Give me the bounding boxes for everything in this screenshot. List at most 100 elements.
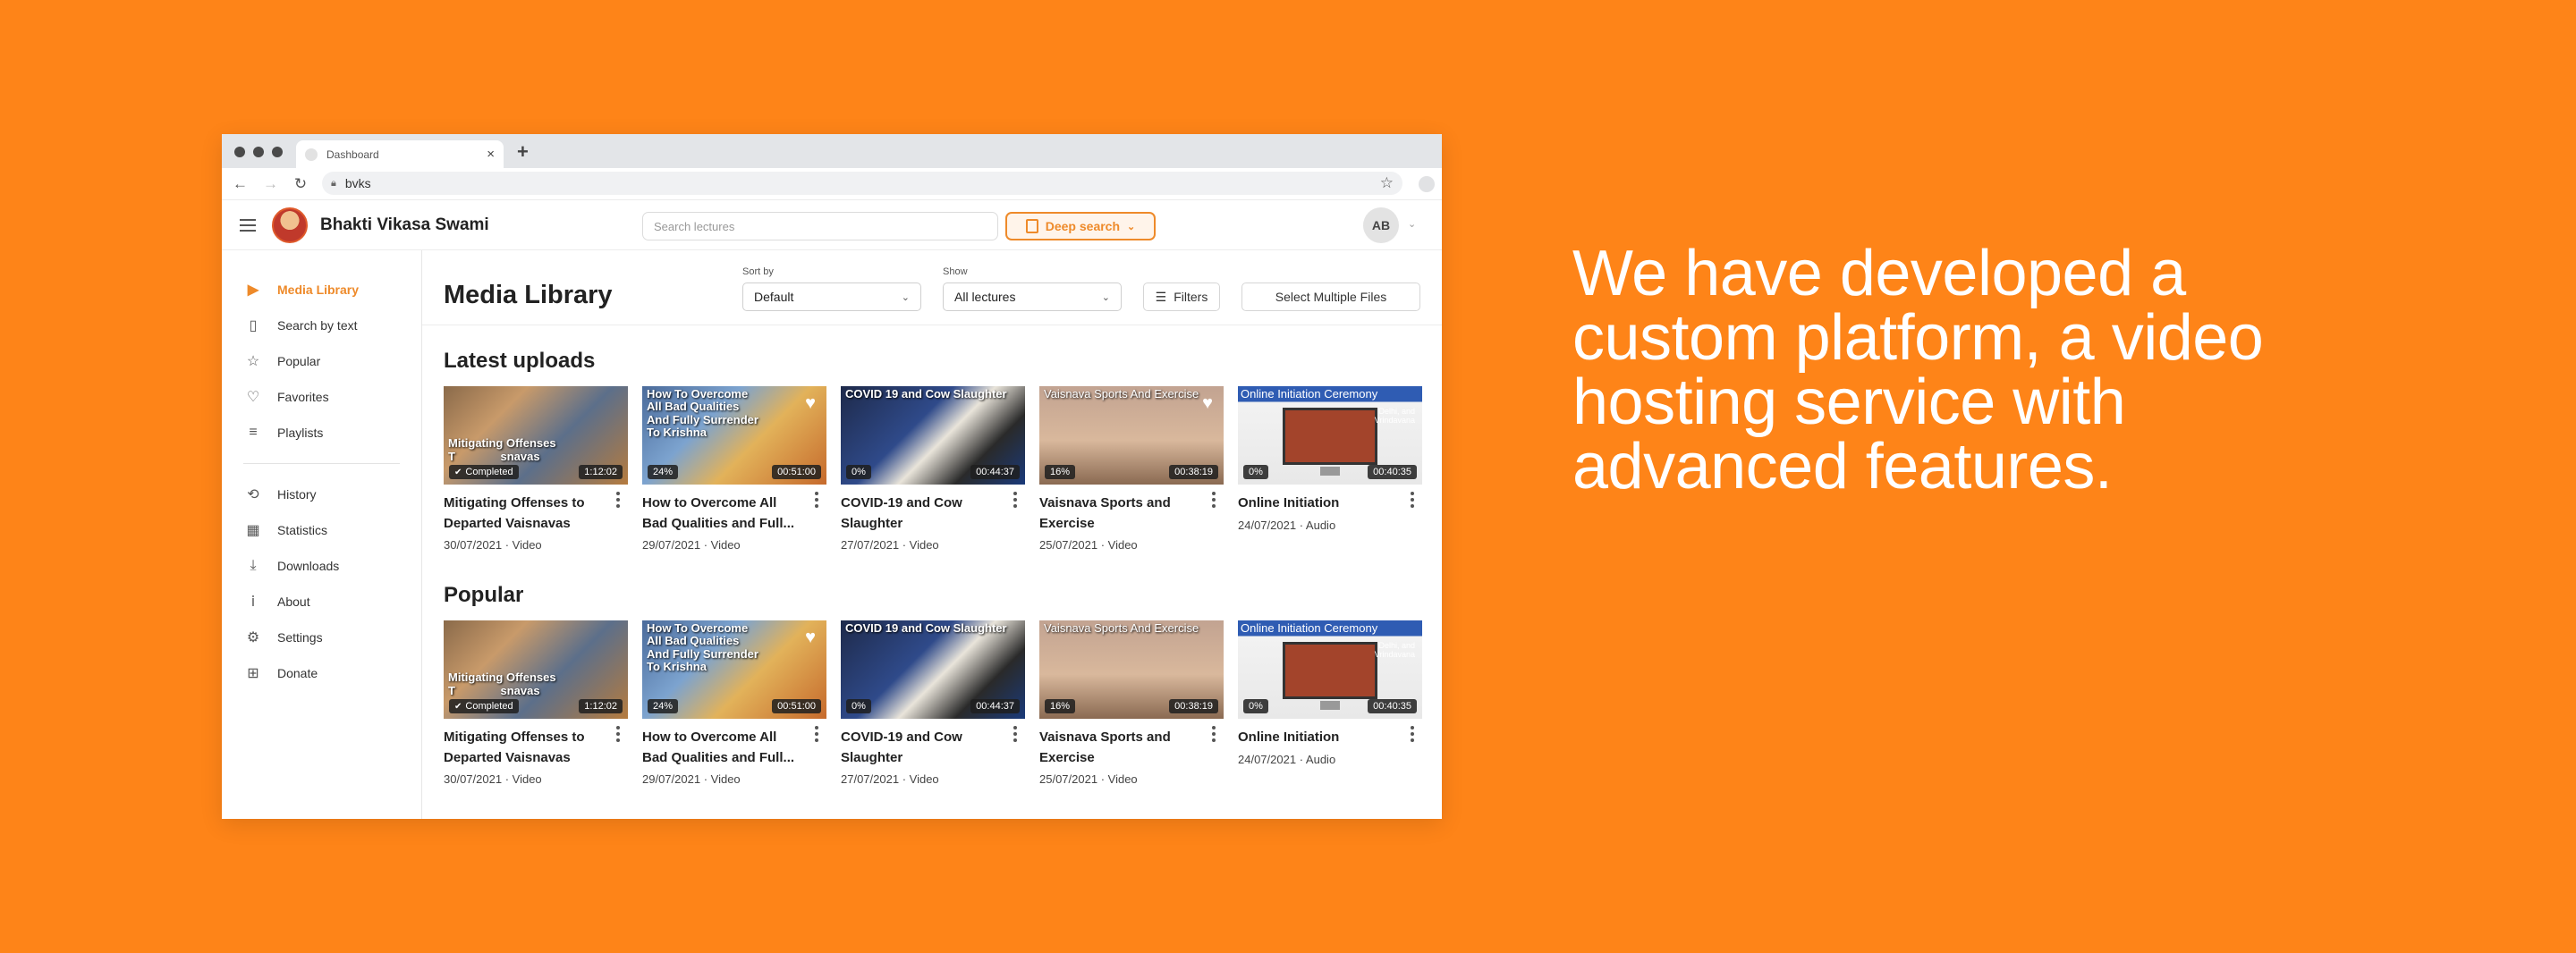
media-library-icon: ▶︎ (247, 283, 259, 298)
thumbnail-caption: COVID 19 and Cow Slaughter (845, 621, 1007, 635)
card-title[interactable]: Online Initiation (1238, 728, 1394, 749)
select-multiple-button[interactable]: Select Multiple Files (1241, 283, 1420, 311)
card-title[interactable]: Vaisnava Sports and Exercise (1039, 493, 1195, 535)
star-icon: ☆ (246, 354, 260, 369)
thumbnail-caption: How To Overcome All Bad Qualities And Fu… (647, 387, 758, 439)
sidebar-item-settings[interactable]: ⚙︎ Settings (222, 620, 421, 655)
sort-by-value: Default (754, 290, 794, 304)
deep-search-button[interactable]: Deep search ⌄ (1005, 212, 1156, 240)
forward-arrow-icon[interactable]: → (263, 175, 278, 193)
more-options-icon[interactable] (1011, 726, 1020, 742)
sidebar-item-history[interactable]: ⟲ History (222, 476, 421, 512)
more-options-icon[interactable] (1011, 492, 1020, 508)
sidebar-item-statistics[interactable]: ▦ Statistics (222, 512, 421, 548)
new-tab-icon[interactable]: + (517, 140, 529, 164)
card-title[interactable]: COVID-19 and Cow Slaughter (841, 493, 996, 535)
browser-window: Dashboard × + ← → ↻ 🔒︎ bvks ☆ Bhakti Vik… (222, 134, 1442, 819)
video-card[interactable]: Mitigating Offenses T snavas ✔ Completed … (444, 386, 628, 552)
card-meta: 29/07/2021 · Video (642, 538, 741, 552)
video-card[interactable]: Vaisnava Sports And Exercise 16% 00:38:1… (1039, 620, 1224, 786)
maximize-window-dot[interactable] (272, 147, 283, 157)
video-thumbnail[interactable]: How To Overcome All Bad Qualities And Fu… (642, 386, 826, 485)
video-card[interactable]: How To Overcome All Bad Qualities And Fu… (642, 620, 826, 786)
browser-tab[interactable]: Dashboard × (296, 140, 504, 168)
thumbnail-subcaption: Delhi, and Vrindavana (1374, 641, 1415, 659)
card-title[interactable]: Online Initiation (1238, 493, 1394, 515)
favorite-heart-icon[interactable]: ♥ (805, 393, 816, 414)
section-title-popular: Popular (444, 583, 524, 607)
more-options-icon[interactable] (812, 726, 821, 742)
more-options-icon[interactable] (614, 726, 623, 742)
sidebar-item-playlists[interactable]: ≡ Playlists (222, 415, 421, 451)
video-card[interactable]: COVID 19 and Cow Slaughter 0% 00:44:37 C… (841, 620, 1025, 786)
sidebar-item-label: History (277, 487, 317, 502)
progress-badge: 0% (1243, 465, 1268, 479)
favorite-heart-icon[interactable]: ♥ (1202, 393, 1213, 414)
favorite-heart-icon[interactable]: ♥ (805, 628, 816, 648)
more-options-icon[interactable] (1209, 492, 1218, 508)
more-options-icon[interactable] (1408, 726, 1417, 742)
sidebar-item-popular[interactable]: ☆ Popular (222, 343, 421, 379)
sidebar-item-search-by-text[interactable]: ▯ Search by text (222, 308, 421, 343)
select-multiple-label: Select Multiple Files (1275, 290, 1387, 304)
video-thumbnail[interactable]: COVID 19 and Cow Slaughter 0% 00:44:37 (841, 386, 1025, 485)
audio-thumbnail[interactable]: Online Initiation Ceremony Delhi, and Vr… (1238, 620, 1422, 719)
more-options-icon[interactable] (1408, 492, 1417, 508)
address-bar[interactable]: 🔒︎ bvks ☆ (322, 172, 1402, 195)
more-options-icon[interactable] (1209, 726, 1218, 742)
sidebar-item-label: Popular (277, 354, 321, 368)
minimize-window-dot[interactable] (253, 147, 264, 157)
filters-button[interactable]: ☰ Filters (1143, 283, 1220, 311)
close-window-dot[interactable] (234, 147, 245, 157)
video-thumbnail[interactable]: How To Overcome All Bad Qualities And Fu… (642, 620, 826, 719)
browser-profile-icon[interactable] (1419, 176, 1435, 192)
video-card[interactable]: Mitigating Offenses T snavas ✔ Completed … (444, 620, 628, 786)
sidebar-item-about[interactable]: ⅰ About (222, 584, 421, 620)
video-thumbnail[interactable]: Mitigating Offenses T snavas ✔ Completed … (444, 386, 628, 485)
card-title[interactable]: How to Overcome All Bad Qualities and Fu… (642, 493, 798, 535)
show-value: All lectures (954, 290, 1016, 304)
duration-badge: 1:12:02 (579, 699, 623, 713)
media-toolbar: Media Library Sort by Default ⌄ Show All … (422, 250, 1442, 325)
reload-icon[interactable]: ↻ (293, 175, 308, 193)
sort-by-select[interactable]: Default ⌄ (742, 283, 921, 311)
video-card[interactable]: How To Overcome All Bad Qualities And Fu… (642, 386, 826, 552)
audio-thumbnail[interactable]: Online Initiation Ceremony Delhi, and Vr… (1238, 386, 1422, 485)
card-title[interactable]: Mitigating Offenses to Departed Vaisnava… (444, 728, 599, 769)
back-arrow-icon[interactable]: ← (233, 175, 248, 193)
sidebar-item-favorites[interactable]: ♡ Favorites (222, 379, 421, 415)
card-title[interactable]: Vaisnava Sports and Exercise (1039, 728, 1195, 769)
sidebar: ▶︎ Media Library ▯ Search by text ☆ Popular… (222, 250, 422, 819)
thumbnail-caption: How To Overcome All Bad Qualities And Fu… (647, 621, 758, 673)
duration-badge: 00:40:35 (1368, 465, 1417, 479)
sidebar-item-donate[interactable]: ⊞ Donate (222, 655, 421, 691)
bookmark-star-icon[interactable]: ☆ (1380, 174, 1394, 192)
hamburger-menu-icon[interactable] (240, 218, 256, 232)
video-thumbnail[interactable]: COVID 19 and Cow Slaughter 0% 00:44:37 (841, 620, 1025, 719)
tab-close-icon[interactable]: × (487, 147, 495, 162)
audio-card[interactable]: Online Initiation Ceremony Delhi, and Vr… (1238, 386, 1422, 552)
browser-navbar: ← → ↻ 🔒︎ bvks ☆ (222, 168, 1442, 200)
sidebar-item-media-library[interactable]: ▶︎ Media Library (222, 272, 421, 308)
audio-card[interactable]: Online Initiation Ceremony Delhi, and Vr… (1238, 620, 1422, 786)
card-title[interactable]: Mitigating Offenses to Departed Vaisnava… (444, 493, 599, 535)
video-thumbnail[interactable]: Vaisnava Sports And Exercise ♥ 16% 00:38… (1039, 386, 1224, 485)
user-menu-chevron-icon[interactable]: ⌄ (1408, 218, 1416, 230)
search-input[interactable]: Search lectures (642, 212, 998, 240)
user-avatar[interactable]: AB (1363, 207, 1399, 243)
tab-title: Dashboard (326, 148, 379, 161)
sidebar-item-downloads[interactable]: ⤓ Downloads (222, 548, 421, 584)
progress-badge: 24% (648, 465, 679, 479)
video-card[interactable]: Vaisnava Sports And Exercise ♥ 16% 00:38… (1039, 386, 1224, 552)
card-title[interactable]: COVID-19 and Cow Slaughter (841, 728, 996, 769)
show-select[interactable]: All lectures ⌄ (943, 283, 1122, 311)
more-options-icon[interactable] (614, 492, 623, 508)
video-thumbnail[interactable]: Mitigating Offenses T snavas ✔ Completed … (444, 620, 628, 719)
video-card[interactable]: COVID 19 and Cow Slaughter 0% 00:44:37 C… (841, 386, 1025, 552)
more-options-icon[interactable] (812, 492, 821, 508)
download-icon: ⤓ (250, 558, 257, 573)
video-thumbnail[interactable]: Vaisnava Sports And Exercise 16% 00:38:1… (1039, 620, 1224, 719)
thumbnail-caption: Online Initiation Ceremony (1241, 387, 1378, 401)
card-title[interactable]: How to Overcome All Bad Qualities and Fu… (642, 728, 798, 769)
window-controls (234, 147, 283, 157)
